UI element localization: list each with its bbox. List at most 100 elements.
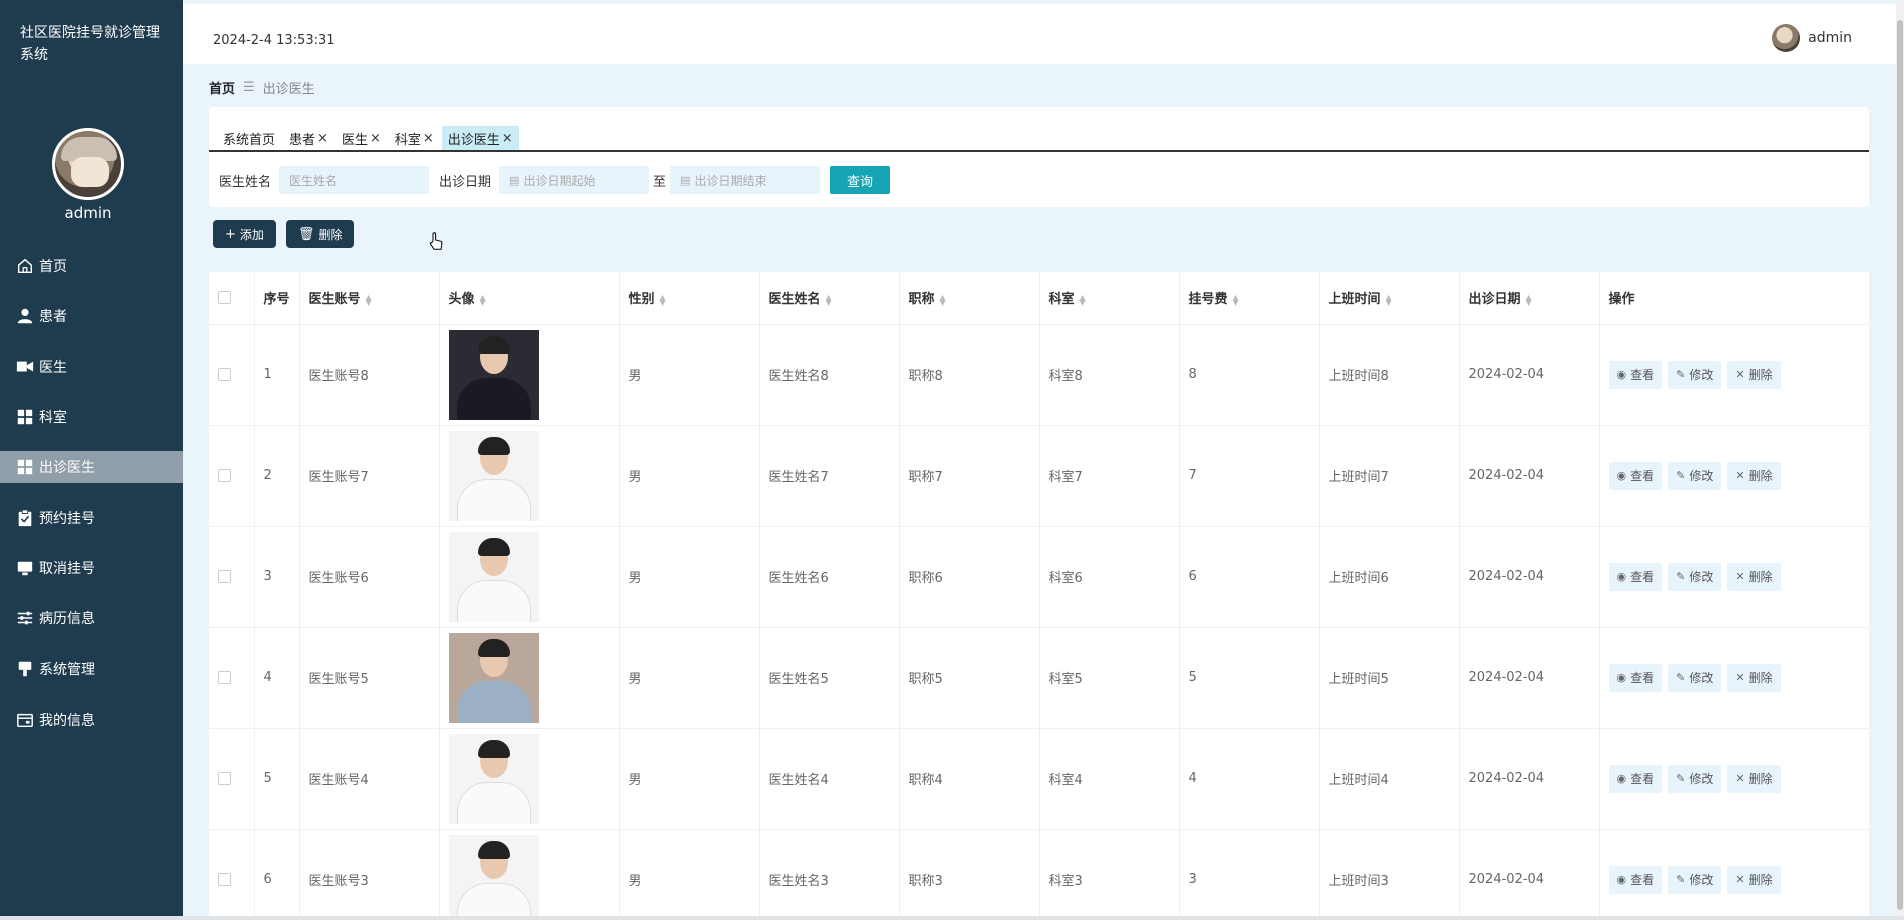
- delete-button[interactable]: ✕ 删除: [1727, 663, 1781, 692]
- sort-icon[interactable]: ▲ ▼: [1080, 293, 1086, 306]
- doctor-avatar-image[interactable]: [448, 430, 539, 521]
- trash-icon: 🗑: [297, 226, 315, 242]
- tab-system-home[interactable]: 系统首页: [217, 126, 281, 150]
- edit-button[interactable]: ✎ 修改: [1668, 663, 1722, 692]
- col-header-sortable[interactable]: 医生姓名 ▲ ▼: [759, 272, 900, 325]
- sort-icon[interactable]: ▲ ▼: [366, 293, 372, 306]
- sort-icon[interactable]: ▲ ▼: [1526, 293, 1532, 306]
- bulk-delete-button[interactable]: 🗑 删除: [285, 220, 355, 248]
- view-button[interactable]: ◉ 查看: [1608, 865, 1663, 894]
- tab-doctors[interactable]: 医生 ×: [336, 126, 387, 150]
- sort-icon[interactable]: ▲ ▼: [1386, 293, 1392, 306]
- col-header-sortable[interactable]: 挂号费 ▲ ▼: [1179, 272, 1320, 325]
- select-all-checkbox[interactable]: [218, 291, 231, 305]
- view-button[interactable]: ◉ 查看: [1608, 562, 1663, 591]
- row-checkbox[interactable]: [218, 570, 231, 583]
- tab-patients[interactable]: 患者 ×: [283, 126, 334, 150]
- doctor-avatar-image[interactable]: [448, 531, 539, 622]
- col-header-sortable[interactable]: 职称 ▲ ▼: [899, 272, 1040, 325]
- visit-date-start-input[interactable]: ▤ 出诊日期起始: [499, 166, 650, 194]
- col-header-sortable[interactable]: 出诊日期 ▲ ▼: [1459, 272, 1600, 325]
- sidebar-item-appointments[interactable]: 预约挂号: [0, 502, 183, 534]
- row-checkbox[interactable]: [218, 873, 231, 886]
- query-button[interactable]: 查询: [830, 166, 891, 194]
- col-header-sortable[interactable]: 医生账号 ▲ ▼: [299, 272, 440, 325]
- tab-visiting-doctors[interactable]: 出诊医生 ×: [441, 126, 519, 150]
- doctor-avatar-image[interactable]: [448, 733, 539, 824]
- doctor-avatar-image[interactable]: [448, 834, 539, 916]
- col-header-sortable[interactable]: 上班时间 ▲ ▼: [1319, 272, 1460, 325]
- sort-icon[interactable]: ▲ ▼: [1233, 293, 1239, 306]
- eye-icon: ◉: [1616, 873, 1627, 886]
- view-button[interactable]: ◉ 查看: [1608, 663, 1663, 692]
- view-button[interactable]: ◉ 查看: [1608, 461, 1663, 490]
- doctor-name-input[interactable]: 医生姓名: [279, 166, 430, 194]
- doctor-avatar-image[interactable]: [448, 632, 539, 723]
- cell-dept: 科室6: [1039, 526, 1180, 628]
- edit-button[interactable]: ✎ 修改: [1668, 562, 1722, 591]
- sort-icon[interactable]: ▲ ▼: [480, 293, 486, 306]
- scrollbar-thumb[interactable]: [1897, 20, 1903, 910]
- edit-button[interactable]: ✎ 修改: [1668, 461, 1722, 490]
- edit-icon: ✎: [1676, 873, 1686, 886]
- tab-departments[interactable]: 科室 ×: [389, 126, 440, 150]
- sidebar-item-my-info[interactable]: 我的信息: [0, 704, 183, 736]
- close-icon[interactable]: ×: [502, 131, 513, 146]
- edit-button[interactable]: ✎ 修改: [1668, 865, 1722, 894]
- delete-button[interactable]: ✕ 删除: [1727, 461, 1781, 490]
- cell-date: 2024-02-04: [1459, 324, 1600, 426]
- page-scrollbar[interactable]: [1896, 0, 1904, 916]
- tab-label: 科室: [394, 132, 421, 148]
- close-icon[interactable]: ×: [370, 131, 381, 146]
- visit-date-end-input[interactable]: ▤ 出诊日期结束: [670, 166, 821, 194]
- delete-button[interactable]: ✕ 删除: [1727, 865, 1781, 894]
- admin-avatar[interactable]: [52, 128, 124, 200]
- col-header-sortable[interactable]: 性别 ▲ ▼: [619, 272, 760, 325]
- cell-name: 医生姓名7: [759, 425, 900, 527]
- view-button[interactable]: ◉ 查看: [1608, 764, 1663, 793]
- top-avatar: [1772, 24, 1801, 52]
- delete-button[interactable]: ✕ 删除: [1727, 764, 1781, 793]
- doctor-avatar-image[interactable]: [448, 329, 539, 420]
- close-icon: ✕: [1735, 873, 1745, 886]
- sidebar-item-system-management[interactable]: 系统管理: [0, 653, 183, 685]
- sidebar-item-home[interactable]: 首页: [0, 250, 183, 282]
- breadcrumb-current: 出诊医生: [262, 82, 315, 97]
- add-button[interactable]: + 添加: [213, 220, 276, 248]
- edit-icon: ✎: [1676, 772, 1686, 785]
- delete-button[interactable]: ✕ 删除: [1727, 562, 1781, 591]
- system-title: 社区医院挂号就诊管理系统: [20, 25, 160, 63]
- cell-date: 2024-02-04: [1459, 829, 1600, 916]
- close-icon[interactable]: ×: [423, 131, 434, 146]
- row-checkbox[interactable]: [218, 469, 231, 482]
- sidebar-item-patients[interactable]: 患者: [0, 300, 183, 332]
- row-checkbox[interactable]: [218, 368, 231, 381]
- row-checkbox[interactable]: [218, 772, 231, 785]
- row-checkbox[interactable]: [218, 671, 231, 684]
- breadcrumb-home[interactable]: 首页: [209, 78, 235, 97]
- delete-button[interactable]: ✕ 删除: [1727, 360, 1781, 389]
- col-header-sortable[interactable]: 科室 ▲ ▼: [1039, 272, 1180, 325]
- sort-icon[interactable]: ▲ ▼: [826, 293, 832, 306]
- cell-no: 4: [254, 627, 300, 729]
- sort-icon[interactable]: ▲ ▼: [660, 293, 666, 306]
- sidebar-item-cancel-appointments[interactable]: 取消挂号: [0, 552, 183, 584]
- top-user-menu[interactable]: admin: [1772, 24, 1852, 52]
- sidebar: 社区医院挂号就诊管理系统 admin 首页 患者 医生 科室 出诊医生 预约挂号: [0, 0, 183, 916]
- delete-label: 删除: [318, 227, 343, 242]
- sidebar-item-label: 科室: [39, 410, 67, 426]
- sidebar-item-medical-records[interactable]: 病历信息: [0, 602, 183, 634]
- cell-gender: 男: [619, 829, 760, 916]
- col-header-sortable[interactable]: 头像 ▲ ▼: [439, 272, 620, 325]
- cell-actions: ◉ 查看 ✎ 修改 ✕ 删除: [1599, 425, 1869, 527]
- sidebar-item-doctors[interactable]: 医生: [0, 351, 183, 383]
- cell-account: 医生账号7: [299, 425, 440, 527]
- view-button[interactable]: ◉ 查看: [1608, 360, 1663, 389]
- sort-icon[interactable]: ▲ ▼: [940, 293, 946, 306]
- close-icon[interactable]: ×: [317, 131, 328, 146]
- eye-icon: ◉: [1616, 368, 1627, 381]
- sidebar-item-departments[interactable]: 科室: [0, 401, 183, 433]
- edit-button[interactable]: ✎ 修改: [1668, 360, 1722, 389]
- edit-button[interactable]: ✎ 修改: [1668, 764, 1722, 793]
- sidebar-item-visiting-doctors[interactable]: 出诊医生: [0, 451, 183, 483]
